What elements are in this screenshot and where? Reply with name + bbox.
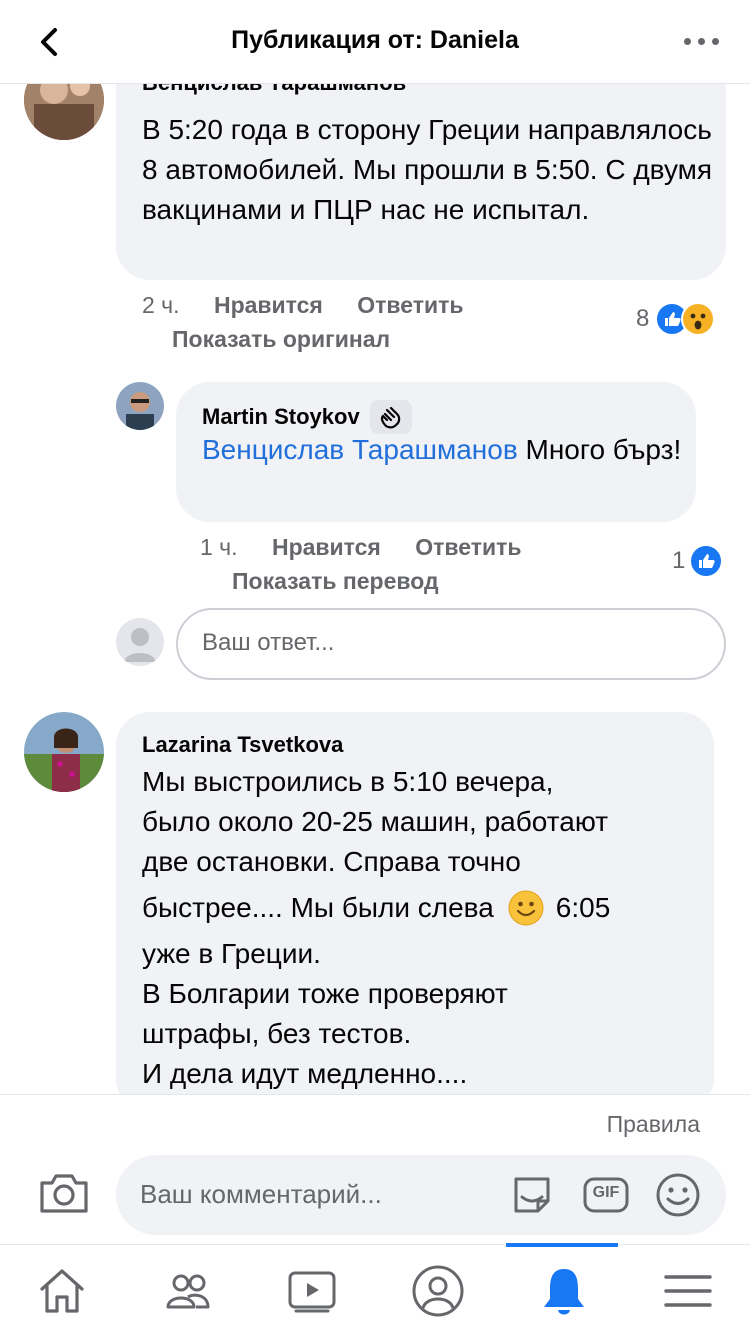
friends-icon[interactable]	[158, 1261, 218, 1321]
comment-placeholder: Ваш комментарий...	[140, 1179, 382, 1209]
comment-author[interactable]: Martin Stoykov	[202, 404, 360, 430]
comments-feed[interactable]: Венцислав Тарашманов В 5:20 года в сторо…	[0, 84, 750, 1094]
home-icon[interactable]	[32, 1261, 92, 1321]
reaction-summary[interactable]: 8	[636, 302, 716, 336]
comment-author[interactable]: Lazarina Tsvetkova	[142, 732, 343, 758]
comment-bubble[interactable]: Martin Stoykov Венцислав Тарашманов Мног…	[176, 382, 696, 522]
active-tab-indicator	[506, 1243, 618, 1247]
more-dots-icon[interactable]	[682, 24, 722, 58]
notifications-icon[interactable]	[534, 1261, 594, 1321]
avatar[interactable]	[24, 712, 104, 792]
like-button[interactable]: Нравится	[272, 534, 381, 560]
comment-text: Мы выстроились в 5:10 вечера, было около…	[142, 766, 611, 1089]
reply-button[interactable]: Ответить	[415, 534, 521, 560]
comment-input[interactable]: Ваш комментарий... GIF	[116, 1155, 726, 1235]
camera-icon[interactable]	[38, 1171, 90, 1215]
comment-text: Венцислав Тарашманов Много бърз!	[202, 434, 682, 465]
reply-input[interactable]: Ваш ответ...	[176, 608, 726, 680]
like-reaction-icon	[689, 544, 724, 578]
page-title: Публикация от: Daniela	[231, 26, 519, 54]
avatar[interactable]	[24, 84, 104, 140]
watch-icon[interactable]	[282, 1261, 342, 1321]
comment-actions: 1 ч. Нравится Ответить	[200, 534, 550, 561]
bottom-tab-bar	[0, 1243, 750, 1334]
menu-icon[interactable]	[658, 1261, 718, 1321]
comment-composer: Правила Ваш комментарий... GIF	[0, 1094, 750, 1244]
reaction-count: 8	[636, 305, 650, 332]
reaction-summary[interactable]: 1	[672, 544, 724, 578]
show-translation-link[interactable]: Показать перевод	[232, 568, 439, 595]
comment-actions: 2 ч. Нравится Ответить	[142, 292, 492, 319]
comment-author[interactable]: Венцислав Тарашманов	[142, 84, 406, 96]
rules-link[interactable]: Правила	[607, 1111, 700, 1138]
comment-time: 1 ч.	[200, 534, 238, 560]
comment-text: В 5:20 года в сторону Греции направлялос…	[142, 114, 713, 225]
comment-bubble[interactable]: Lazarina Tsvetkova Мы выстроились в 5:10…	[116, 712, 714, 1094]
comment-bubble[interactable]: Венцислав Тарашманов В 5:20 года в сторо…	[116, 84, 726, 280]
emoji-icon[interactable]	[654, 1171, 702, 1219]
comment-time: 2 ч.	[142, 292, 180, 318]
profile-icon[interactable]	[408, 1261, 468, 1321]
waving-hand-icon	[369, 400, 412, 434]
slightly-smiling-face-icon	[508, 890, 544, 926]
sticker-icon[interactable]	[508, 1171, 556, 1219]
mention-link[interactable]: Венцислав Тарашманов	[202, 434, 518, 465]
wow-reaction-icon	[681, 302, 716, 336]
like-button[interactable]: Нравится	[214, 292, 323, 318]
show-original-link[interactable]: Показать оригинал	[172, 326, 390, 353]
reaction-count: 1	[672, 547, 686, 574]
gif-icon[interactable]: GIF	[582, 1171, 630, 1219]
avatar[interactable]	[116, 382, 164, 430]
top-nav-bar: Публикация от: Daniela	[0, 0, 750, 84]
my-avatar	[116, 618, 164, 666]
reply-button[interactable]: Ответить	[357, 292, 463, 318]
gif-label: GIF	[592, 1184, 620, 1201]
